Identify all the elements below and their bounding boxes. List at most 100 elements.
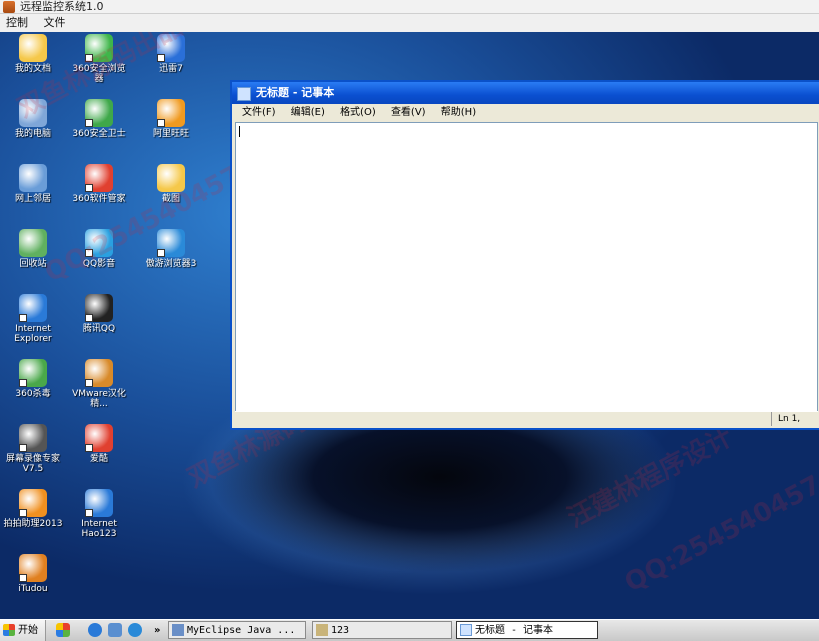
desktop-icon[interactable]: iTudou xyxy=(2,554,64,594)
desktop-icon[interactable]: 迅雷7 xyxy=(140,34,202,74)
notepad-window[interactable]: 无标题 - 记事本 文件(F) 编辑(E) 格式(O) 查看(V) 帮助(H) … xyxy=(230,80,819,430)
desktop-icon-label: 拍拍助理2013 xyxy=(3,519,63,529)
desktop-icon[interactable]: 360杀毒 xyxy=(2,359,64,399)
eclipse-icon xyxy=(172,624,184,636)
maxthon-icon xyxy=(157,229,185,257)
notepad-text-area[interactable] xyxy=(235,122,818,412)
quicklaunch-maxthon-icon[interactable] xyxy=(128,623,142,637)
desktop-icon[interactable]: 屏幕录像专家V7.5 xyxy=(2,424,64,474)
ie-icon xyxy=(19,294,47,322)
notepad-icon xyxy=(460,624,472,636)
antivirus-360-icon xyxy=(19,359,47,387)
folder-icon xyxy=(157,164,185,192)
desktop-icon[interactable]: 网上邻居 xyxy=(2,164,64,204)
quicklaunch-app-icon[interactable] xyxy=(108,623,122,637)
task-123[interactable]: 123 xyxy=(312,621,452,639)
watermark: QQ:254540457 xyxy=(620,469,819,599)
desktop-icon-label: QQ影音 xyxy=(82,259,116,269)
notepad-menu-bar: 文件(F) 编辑(E) 格式(O) 查看(V) 帮助(H) xyxy=(232,104,819,122)
itudou-icon xyxy=(19,554,47,582)
browser-360-icon xyxy=(85,34,113,62)
screen-recorder-icon xyxy=(19,424,47,452)
windows-logo-icon xyxy=(3,624,15,636)
desktop-icon[interactable]: 腾讯QQ xyxy=(68,294,130,334)
desktop-icon[interactable]: Internet Hao123 xyxy=(68,489,130,539)
menu-control[interactable]: 控制 xyxy=(0,14,34,32)
recycle-bin-icon xyxy=(19,229,47,257)
notepad-status-bar: Ln 1, xyxy=(235,411,818,426)
task-label: 123 xyxy=(331,625,350,636)
desktop-icon[interactable]: 我的文档 xyxy=(2,34,64,74)
desktop-icon-label: 爱酷 xyxy=(89,454,108,464)
qq-penguin-icon xyxy=(85,294,113,322)
app-title-bar: 远程监控系统1.0 xyxy=(0,0,819,14)
desktop-icon-label: 360安全卫士 xyxy=(72,129,126,139)
desktop-icon-label: 360软件管家 xyxy=(72,194,126,204)
task-myeclipse[interactable]: MyEclipse Java ... xyxy=(168,621,306,639)
desktop-icon[interactable]: Internet Explorer xyxy=(2,294,64,344)
paipai-icon xyxy=(19,489,47,517)
vmware-icon xyxy=(85,359,113,387)
task-label: MyEclipse Java ... xyxy=(187,625,296,636)
notepad-title: 无标题 - 记事本 xyxy=(256,86,335,99)
notepad-menu-format[interactable]: 格式(O) xyxy=(334,104,382,122)
desktop-icon[interactable]: 傲游浏览器3 xyxy=(140,229,202,269)
quicklaunch-ie-icon[interactable] xyxy=(88,623,102,637)
notepad-menu-help[interactable]: 帮助(H) xyxy=(435,104,482,122)
desktop-icon[interactable]: 我的电脑 xyxy=(2,99,64,139)
notepad-menu-view[interactable]: 查看(V) xyxy=(385,104,432,122)
desktop-icon-label: 360杀毒 xyxy=(15,389,51,399)
desktop-icon[interactable]: 360软件管家 xyxy=(68,164,130,204)
task-label: 无标题 - 记事本 xyxy=(475,625,554,636)
player-icon xyxy=(85,424,113,452)
thunder-icon xyxy=(157,34,185,62)
wangwang-icon xyxy=(157,99,185,127)
task-notepad[interactable]: 无标题 - 记事本 xyxy=(456,621,598,639)
desktop-icon[interactable]: VMware汉化精... xyxy=(68,359,130,409)
desktop-icon[interactable]: 回收站 xyxy=(2,229,64,269)
desktop-icon-label: 网上邻居 xyxy=(14,194,51,204)
quicklaunch-chevron-icon[interactable]: » xyxy=(154,620,160,641)
desktop-icon-label: 迅雷7 xyxy=(159,64,183,74)
desktop-icon[interactable]: QQ影音 xyxy=(68,229,130,269)
desktop-icon[interactable]: 截图 xyxy=(140,164,202,204)
desktop-icon[interactable]: 爱酷 xyxy=(68,424,130,464)
desktop-icon-label: 傲游浏览器3 xyxy=(145,259,197,269)
quicklaunch-windows-icon[interactable] xyxy=(56,623,70,637)
ie-hao123-icon xyxy=(85,489,113,517)
notepad-title-bar[interactable]: 无标题 - 记事本 xyxy=(232,82,819,104)
software-manager-icon xyxy=(85,164,113,192)
taskbar: 开始 » MyEclipse Java ... 123 无标题 - 记事本 xyxy=(0,619,819,641)
cursor-position: Ln 1, xyxy=(771,412,818,426)
start-button[interactable]: 开始 xyxy=(0,620,46,641)
desktop-icon-label: Internet Hao123 xyxy=(81,519,117,539)
desktop-icon-label: 360安全浏览器 xyxy=(72,64,126,84)
desktop-icon-label: 腾讯QQ xyxy=(82,324,116,334)
desktop-icon-label: VMware汉化精... xyxy=(72,389,126,409)
desktop-icon-label: 我的文档 xyxy=(14,64,51,74)
desktop-icon[interactable]: 阿里旺旺 xyxy=(140,99,202,139)
desktop-icon-label: 截图 xyxy=(161,194,180,204)
desktop-icon-label: Internet Explorer xyxy=(14,324,52,344)
notepad-icon xyxy=(237,87,251,101)
app-icon xyxy=(3,1,15,13)
folder-documents-icon xyxy=(19,34,47,62)
watermark: 汪建林程序设计 xyxy=(562,421,738,534)
app-menu-bar: 控制 文件 xyxy=(0,14,819,33)
desktop-icon[interactable]: 360安全浏览器 xyxy=(68,34,130,84)
desktop-icon[interactable]: 360安全卫士 xyxy=(68,99,130,139)
desktop-icon-label: 我的电脑 xyxy=(14,129,51,139)
desktop-icon-label: 阿里旺旺 xyxy=(152,129,189,139)
computer-icon xyxy=(19,99,47,127)
app-title: 远程监控系统1.0 xyxy=(20,0,104,13)
desktop-icon[interactable]: 拍拍助理2013 xyxy=(2,489,64,529)
desktop-icon-label: 回收站 xyxy=(19,259,47,269)
text-caret xyxy=(239,126,240,137)
shield-360-icon xyxy=(85,99,113,127)
desktop-icon-label: iTudou xyxy=(18,584,48,594)
notepad-menu-edit[interactable]: 编辑(E) xyxy=(285,104,331,122)
start-label: 开始 xyxy=(18,625,38,636)
app-icon xyxy=(316,624,328,636)
notepad-menu-file[interactable]: 文件(F) xyxy=(236,104,282,122)
menu-file[interactable]: 文件 xyxy=(38,14,72,32)
